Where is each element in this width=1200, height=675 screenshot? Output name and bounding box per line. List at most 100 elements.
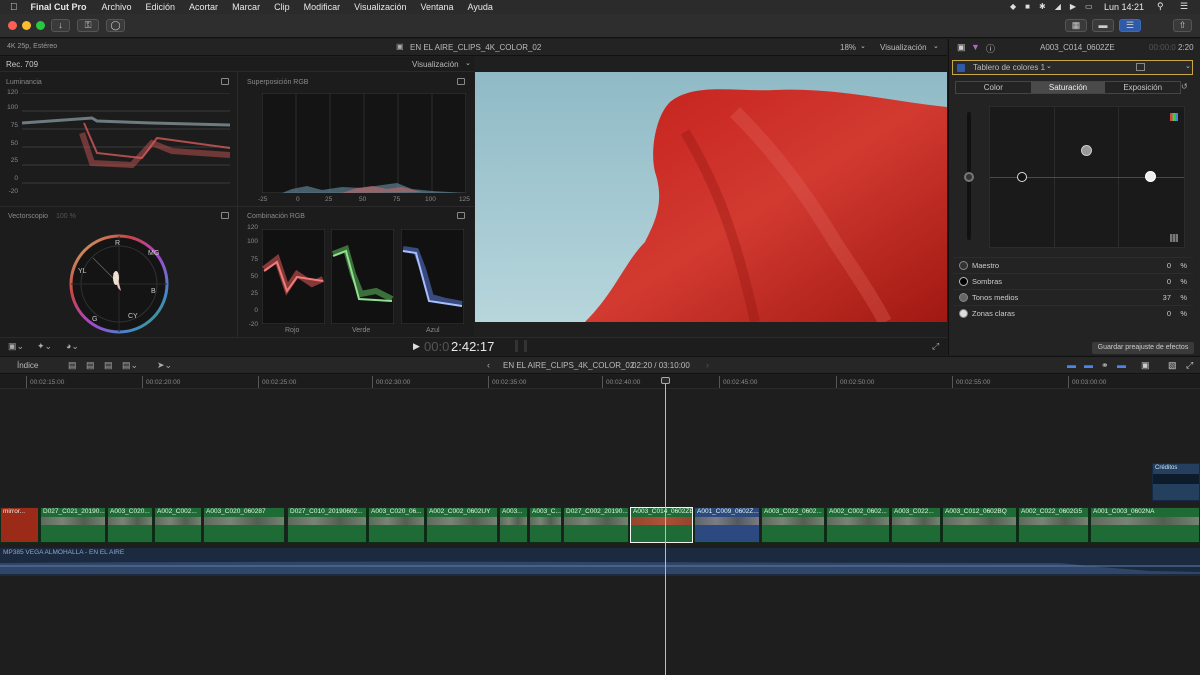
inspector-toggle-button[interactable]: ☰ (1119, 19, 1141, 32)
row-value[interactable]: 0 (1167, 277, 1171, 286)
vectorscope-settings-icon[interactable] (221, 212, 229, 219)
row-value[interactable]: 37 (1163, 293, 1171, 302)
menu-clip[interactable]: Clip (274, 2, 290, 12)
menu-visualizacion[interactable]: Visualización (354, 2, 406, 12)
battery-icon[interactable]: ▭ (1085, 2, 1093, 11)
menu-ayuda[interactable]: Ayuda (468, 2, 493, 12)
timeline-clip[interactable]: D027_C002_20190... (563, 507, 629, 543)
menu-archivo[interactable]: Archivo (102, 2, 132, 12)
timeline-clip[interactable]: A003_C022... (891, 507, 941, 543)
timeline-clip[interactable]: A002_C002_0602... (826, 507, 890, 543)
keywords-button[interactable]: ⚿ (77, 19, 99, 32)
timeline-toggle-button[interactable]: ▬ (1092, 19, 1114, 32)
connect-clip-icon[interactable]: ▤ (104, 360, 113, 371)
timeline-clip[interactable]: A002_C002_0602UY (426, 507, 498, 543)
menu-acortar[interactable]: Acortar (189, 2, 218, 12)
index-button[interactable]: Índice (17, 361, 38, 370)
browser-toggle-button[interactable]: ▦ (1065, 19, 1087, 32)
reset-icon[interactable]: ↺ (1181, 82, 1188, 91)
play-button[interactable]: ▶ (413, 341, 420, 352)
tab-color[interactable]: Color (956, 82, 1031, 93)
timeline-clip[interactable]: A003_C020... (107, 507, 153, 543)
rgb-overlay-settings-icon[interactable] (457, 78, 465, 85)
midtones-puck[interactable] (1081, 145, 1092, 156)
menu-list-icon[interactable]: ☰ (1180, 1, 1188, 12)
row-sombras[interactable]: Sombras 0 % (953, 273, 1193, 288)
app-menu[interactable]: Final Cut Pro (31, 2, 87, 12)
timeline-clip[interactable]: A003_C012_0602BQ (942, 507, 1017, 543)
headphones-icon[interactable]: ⚭ (1101, 360, 1109, 371)
snapping-icon[interactable]: ▣ (1141, 360, 1150, 371)
dropbox-icon[interactable]: ◆ (1010, 2, 1016, 11)
effect-menu-chevron-icon[interactable]: ⌄ (1185, 62, 1191, 70)
clip-appearance-icon[interactable]: ▧ (1168, 360, 1177, 371)
timeline-clip[interactable]: A003_C... (529, 507, 562, 543)
timeline-clip[interactable]: A002_C022_0602G5 (1018, 507, 1089, 543)
info-inspector-icon[interactable]: ⓘ (986, 42, 995, 55)
share-button[interactable]: ⇧ (1173, 19, 1192, 32)
playhead[interactable] (665, 380, 666, 675)
effect-reset-icon[interactable] (1136, 63, 1145, 71)
timeline-clip[interactable]: A001_C003_0602NA (1090, 507, 1200, 543)
select-tool-icon[interactable]: ➤⌄ (157, 360, 172, 371)
import-button[interactable]: ↓ (51, 19, 70, 32)
search-icon[interactable]: ⚲ (1157, 1, 1164, 12)
timeline-clip[interactable]: A003... (499, 507, 528, 543)
menu-modificar[interactable]: Modificar (304, 2, 341, 12)
minimize-window-button[interactable] (22, 21, 31, 30)
viewer-canvas[interactable] (475, 72, 947, 322)
speed-icon[interactable]: ◕⌄ (66, 341, 79, 352)
wifi-icon[interactable]: ◢ (1055, 2, 1061, 11)
timeline-clip[interactable]: mirror... (0, 507, 39, 543)
timeline-clip[interactable]: D027_C010_20190602... (287, 507, 367, 543)
effect-enable-checkbox[interactable] (957, 64, 965, 72)
append-clip-icon[interactable]: ▤ (68, 360, 77, 371)
zoom-window-button[interactable] (36, 21, 45, 30)
row-value[interactable]: 0 (1167, 261, 1171, 270)
timeline-clip[interactable]: A002_C002... (154, 507, 202, 543)
audio-skimming-icon[interactable]: ▬ (1084, 360, 1093, 370)
row-value[interactable]: 0 (1167, 309, 1171, 318)
skimming-icon[interactable]: ▬ (1067, 360, 1076, 370)
notification-icon[interactable]: ■ (1025, 2, 1030, 11)
save-preset-button[interactable]: Guardar preajuste de efectos (1092, 342, 1194, 354)
bluetooth-icon[interactable]: ✱ (1039, 2, 1046, 11)
effects-browser-icon[interactable]: ⤢ (1186, 360, 1193, 371)
zoom-menu[interactable]: 18% (840, 43, 856, 52)
tab-saturacion[interactable]: Saturación (1030, 82, 1106, 93)
menu-edicion[interactable]: Edición (146, 2, 176, 12)
insert-clip-icon[interactable]: ▤ (86, 360, 95, 371)
close-window-button[interactable] (8, 21, 17, 30)
audio-track[interactable]: MP385 VEGA ALMOHALLA - EN EL AIRE (0, 548, 1200, 576)
menubar-clock[interactable]: Lun 14:21 (1104, 2, 1144, 12)
timeline-clip[interactable]: A003_C020_06... (368, 507, 425, 543)
menu-ventana[interactable]: Ventana (420, 2, 453, 12)
scope-view-menu[interactable]: Visualización (412, 60, 459, 69)
effect-selector[interactable]: Tablero de colores 1 ⌄ ⌄ (952, 60, 1193, 75)
row-maestro[interactable]: Maestro 0 % (953, 257, 1193, 272)
video-inspector-icon[interactable]: ▣ (957, 42, 966, 53)
shadows-puck[interactable] (1017, 172, 1027, 182)
menu-marcar[interactable]: Marcar (232, 2, 260, 12)
tab-exposicion[interactable]: Exposición (1105, 82, 1180, 93)
timeline-clip[interactable]: A003_C020_060287 (203, 507, 285, 543)
global-puck[interactable] (964, 172, 974, 182)
fullscreen-icon[interactable]: ⤢ (932, 341, 939, 352)
rgb-parade-settings-icon[interactable] (457, 212, 465, 219)
solo-icon[interactable]: ▬ (1117, 360, 1126, 370)
timeline-clip[interactable]: A003_C014_0602ZE (630, 507, 693, 543)
row-zonas-claras[interactable]: Zonas claras 0 % (953, 305, 1193, 320)
overwrite-clip-icon[interactable]: ▤⌄ (122, 360, 138, 371)
luminance-settings-icon[interactable] (221, 78, 229, 85)
row-tonos-medios[interactable]: Tonos medios 37 % (953, 289, 1193, 304)
volume-icon[interactable]: ▶ (1070, 2, 1076, 11)
timecode-display[interactable]: 2:42:17 (451, 339, 494, 354)
timeline-clip[interactable]: D027_C021_20190... (40, 507, 106, 543)
color-inspector-icon[interactable]: ▼ (971, 42, 980, 52)
transform-tool-icon[interactable]: ▣⌄ (8, 341, 24, 352)
history-back-icon[interactable]: ‹ (487, 360, 490, 370)
history-forward-icon[interactable]: › (706, 360, 709, 370)
highlights-puck[interactable] (1145, 171, 1156, 182)
playhead-handle[interactable] (661, 377, 670, 384)
view-menu[interactable]: Visualización (880, 43, 927, 52)
